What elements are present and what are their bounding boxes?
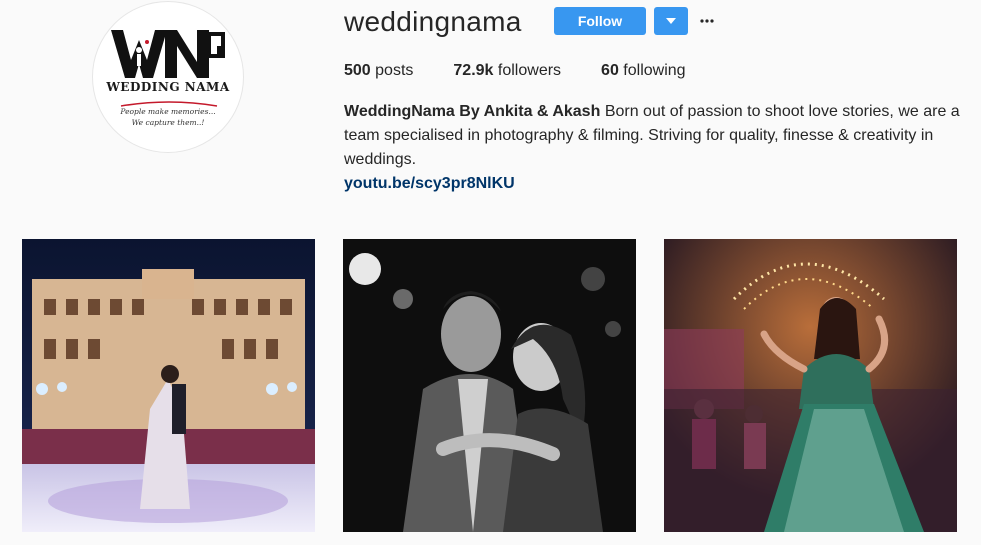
- post-image-palace-night: [22, 239, 315, 532]
- follow-button[interactable]: Follow: [554, 7, 646, 35]
- avatar-brand-name: WEDDING NAMA: [106, 80, 230, 94]
- followers-count: 72.9k: [453, 62, 494, 79]
- avatar-tagline-2: We capture them..!: [131, 118, 205, 127]
- ellipsis-icon: [700, 19, 714, 23]
- posts-count: 500: [344, 62, 371, 79]
- post-thumbnail-2[interactable]: [343, 239, 636, 532]
- profile-bio: WeddingNama By Ankita & Akash Born out o…: [344, 100, 964, 196]
- profile-stats: 500 posts 72.9k followers 60 following: [344, 62, 726, 80]
- followers-stat[interactable]: 72.9k followers: [453, 62, 561, 80]
- following-stat[interactable]: 60 following: [601, 62, 686, 80]
- wedding-nama-logo-icon: [111, 30, 225, 107]
- following-label: following: [623, 62, 686, 79]
- suggested-accounts-dropdown-button[interactable]: [654, 7, 688, 35]
- profile-avatar[interactable]: WEDDING NAMA People make memories... We …: [92, 1, 244, 153]
- post-thumbnail-1[interactable]: [22, 239, 315, 532]
- profile-username: weddingnama: [344, 6, 522, 37]
- triangle-down-icon: [666, 18, 676, 24]
- bio-full-name: WeddingNama By Ankita & Akash: [344, 103, 601, 120]
- posts-stat: 500 posts: [344, 62, 413, 80]
- post-image-bw-couple: [343, 239, 636, 532]
- more-options-button[interactable]: [696, 7, 718, 35]
- posts-label: posts: [375, 62, 414, 79]
- bio-website-link[interactable]: youtu.be/scy3pr8NlKU: [344, 172, 964, 196]
- following-count: 60: [601, 62, 619, 79]
- followers-label: followers: [497, 62, 562, 79]
- avatar-tagline-1: People make memories...: [120, 107, 216, 116]
- post-image-bride-dancing: [664, 239, 957, 532]
- post-thumbnail-3[interactable]: [664, 239, 957, 532]
